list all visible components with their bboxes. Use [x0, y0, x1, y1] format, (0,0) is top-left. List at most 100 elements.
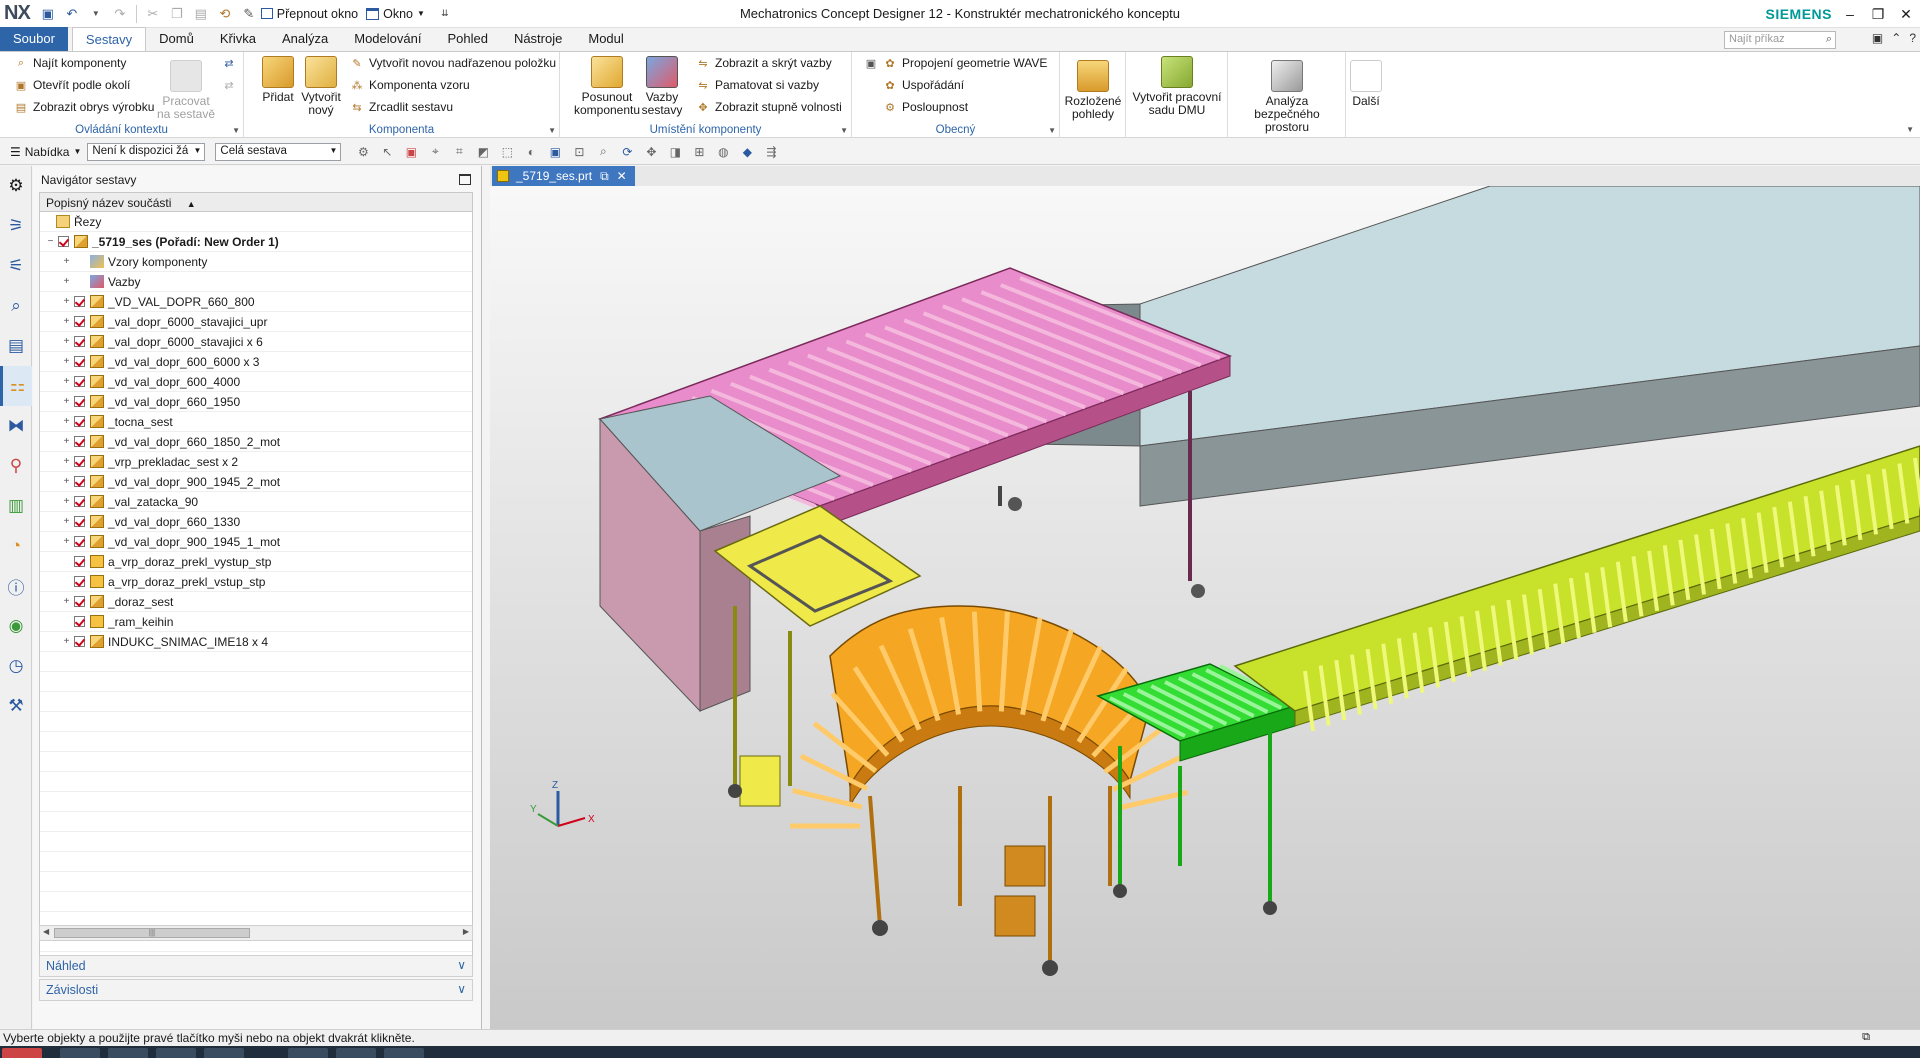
visibility-checkbox[interactable] [74, 416, 85, 427]
add-component-button[interactable]: Přidat [258, 56, 298, 104]
expand-icon[interactable]: + [62, 597, 71, 607]
group-dropdown-icon[interactable]: ▼ [232, 126, 240, 135]
tree-row[interactable]: − _5719_ses (Pořadí: New Order 1) [40, 232, 472, 252]
expand-icon[interactable]: + [62, 337, 71, 347]
expand-icon[interactable]: + [62, 357, 71, 367]
tree-row[interactable]: + _val_zatacka_90 [40, 492, 472, 512]
tree-row[interactable]: + _doraz_sest [40, 592, 472, 612]
open-by-proximity-button[interactable]: ▣ Otevřít podle okolí [14, 78, 131, 92]
graphics-viewport[interactable]: Z X Y [490, 186, 1920, 1029]
horizontal-scrollbar[interactable]: ◀ ||| ▶ [39, 925, 473, 941]
paste-icon[interactable]: ▤ [192, 5, 210, 23]
wave-link-button[interactable]: ▣ ✿ Propojení geometrie WAVE [864, 56, 1048, 70]
part-icon[interactable]: ▣ [547, 144, 563, 160]
visibility-checkbox[interactable] [74, 636, 85, 647]
tree-row[interactable]: + Vazby [40, 272, 472, 292]
visibility-checkbox[interactable] [74, 356, 85, 367]
shaded-icon[interactable]: ◐ [523, 144, 539, 160]
model-view[interactable]: Z X Y [490, 186, 1920, 1029]
customize-quick-access-icon[interactable]: ⇊ [436, 5, 454, 23]
sequence-editor-icon[interactable]: ▥ [0, 486, 32, 526]
taskbar-item[interactable] [108, 1048, 148, 1058]
tree-row[interactable]: + INDUKC_SNIMAC_IME18 x 4 [40, 632, 472, 652]
taskbar-item[interactable] [336, 1048, 376, 1058]
expand-icon[interactable]: + [62, 417, 71, 427]
ribbon-options-dropdown-icon[interactable]: ▼ [1906, 125, 1914, 134]
menu-button[interactable]: ☰ Nabídka ▼ [0, 145, 87, 159]
tree-row[interactable]: + Vzory komponenty [40, 252, 472, 272]
tree-row[interactable]: + _val_dopr_6000_stavajici_upr [40, 312, 472, 332]
collapse-icon[interactable]: − [46, 237, 55, 247]
preview-panel-header[interactable]: Náhled ∨ [39, 955, 473, 977]
tab-application[interactable]: Modul [575, 27, 636, 51]
dependencies-panel-header[interactable]: Závislosti ∨ [39, 979, 473, 1001]
exploded-views-button[interactable]: Rozložené pohledy [1064, 60, 1122, 121]
zoom-icon[interactable]: ⌕ [595, 144, 611, 160]
column-header[interactable]: Popisný název součásti ▲ [39, 192, 473, 212]
taskbar-item[interactable] [384, 1048, 424, 1058]
visibility-checkbox[interactable] [74, 476, 85, 487]
visibility-checkbox[interactable] [74, 576, 85, 587]
info-icon[interactable]: ⓘ [0, 566, 32, 606]
expand-icon[interactable]: + [62, 537, 71, 547]
scroll-right-icon[interactable]: ▶ [463, 927, 469, 936]
maximize-icon[interactable] [459, 174, 471, 185]
tree-row[interactable]: + _vd_val_dopr_600_4000 [40, 372, 472, 392]
rotate-icon[interactable]: ⟳ [619, 144, 635, 160]
show-dof-button[interactable]: ✥ Zobrazit stupně volnosti [696, 100, 841, 114]
visibility-checkbox[interactable] [74, 516, 85, 527]
status-window-icon[interactable]: ⧉ [1862, 1031, 1870, 1044]
clearance-analysis-button[interactable]: Analýza bezpečného prostoru [1232, 60, 1342, 134]
tab-view[interactable]: Pohled [434, 27, 500, 51]
tab-modeling[interactable]: Modelování [341, 27, 434, 51]
search-icon[interactable]: ⌕ [1826, 33, 1832, 46]
group-dropdown-icon[interactable]: ▼ [548, 126, 556, 135]
visibility-checkbox[interactable] [74, 436, 85, 447]
sensor-navigator-icon[interactable]: ⚲ [0, 446, 32, 486]
expand-icon[interactable]: + [62, 297, 71, 307]
expand-icon[interactable]: + [62, 377, 71, 387]
tree-row[interactable]: + _tocna_sest [40, 412, 472, 432]
tree-row[interactable]: _ram_keihin [40, 612, 472, 632]
visibility-checkbox[interactable] [58, 236, 69, 247]
tree-row[interactable]: + _vd_val_dopr_660_1850_2_mot [40, 432, 472, 452]
find-components-button[interactable]: ⌕ Najít komponenty [14, 56, 126, 70]
assembly-constraints-button[interactable]: Vazby sestavy [642, 56, 682, 117]
save-icon[interactable]: ▣ [39, 5, 57, 23]
close-icon[interactable]: ✕ [1892, 0, 1920, 28]
move-component-button[interactable]: Posunout komponentu [574, 56, 640, 117]
show-hide-constraints-button[interactable]: ⇋ Zobrazit a skrýt vazby [696, 56, 831, 70]
touch-mode-icon[interactable]: ✎ [240, 5, 258, 23]
visibility-checkbox[interactable] [74, 536, 85, 547]
requirements-icon[interactable]: ▤ [0, 326, 32, 366]
tree-row[interactable]: + _vd_val_dopr_900_1945_2_mot [40, 472, 472, 492]
sequence-button[interactable]: ⚙ Posloupnost [883, 100, 968, 114]
visibility-checkbox[interactable] [74, 456, 85, 467]
selection-scope-select[interactable]: Celá sestava ▼ [215, 142, 342, 161]
tree-row[interactable]: + _vrp_prekladac_sest x 2 [40, 452, 472, 472]
tab-tools[interactable]: Nástroje [501, 27, 575, 51]
select-face-icon[interactable]: ◩ [475, 144, 491, 160]
tab-float-icon[interactable]: ⧉ [600, 169, 609, 186]
type-filter-select[interactable]: Není k dispozici žá ▼ [87, 142, 206, 161]
command-search-input[interactable]: Najít příkaz ⌕ [1724, 31, 1836, 49]
undo-dropdown-icon[interactable]: ▼ [87, 5, 105, 23]
work-on-assembly-button[interactable]: Pracovat na sestavě [156, 60, 216, 121]
rectangle-select-icon[interactable]: ⬚ [499, 144, 515, 160]
pan-icon[interactable]: ✥ [643, 144, 659, 160]
create-dmu-workset-button[interactable]: Vytvořit pracovní sadu DMU [1132, 56, 1222, 117]
runtime-inspector-icon[interactable]: ◔ [0, 526, 32, 566]
tree-row[interactable]: + _vd_val_dopr_660_1330 [40, 512, 472, 532]
scrollbar-thumb[interactable]: ||| [54, 928, 250, 938]
more-button[interactable]: Další [1346, 60, 1386, 108]
start-button[interactable] [2, 1048, 42, 1058]
part-navigator-icon[interactable]: ⚞ [0, 206, 32, 246]
taskbar-item[interactable] [204, 1048, 244, 1058]
restore-icon[interactable]: ❐ [1864, 0, 1892, 28]
ribbon-options-icon[interactable]: ▣ [1872, 31, 1883, 45]
visibility-checkbox[interactable] [74, 296, 85, 307]
select-edge-icon[interactable]: ⌗ [451, 144, 467, 160]
create-new-button[interactable]: Vytvořit nový [296, 56, 346, 117]
repeat-command-icon[interactable]: ⟲ [216, 5, 234, 23]
expand-icon[interactable]: + [62, 477, 71, 487]
